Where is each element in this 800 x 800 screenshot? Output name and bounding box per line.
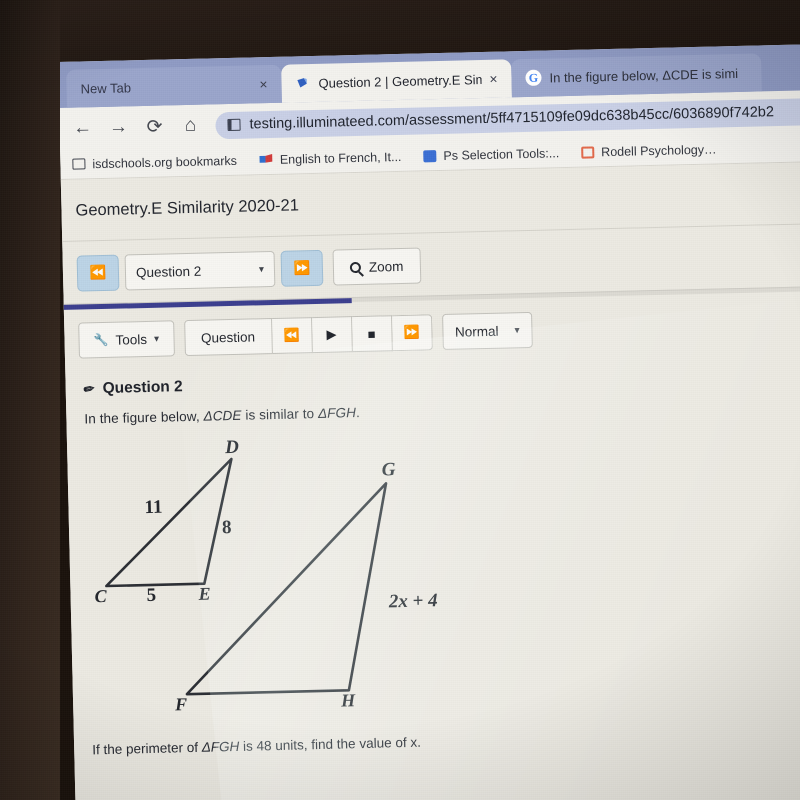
- tools-dropdown-button[interactable]: 🔧 Tools ▾: [78, 320, 175, 359]
- chevron-down-icon: ▾: [514, 324, 520, 336]
- bookmark-isdschools[interactable]: isdschools.org bookmarks: [72, 153, 237, 171]
- assessment-page: Geometry.E Similarity 2020-21 ⏪ Question…: [60, 161, 800, 800]
- tab-title: New Tab: [80, 79, 132, 96]
- search-icon: [349, 261, 362, 273]
- tools-label: Tools: [115, 331, 148, 348]
- photo-of-screen: New Tab × Question 2 | Geometry.E Simila…: [0, 0, 800, 800]
- browser-tab-google-search[interactable]: G In the figure below, ΔCDE is simi: [511, 53, 762, 98]
- bookmark-label: Rodell Psychology…: [601, 142, 717, 159]
- address-bar[interactable]: testing.illuminateed.com/assessment/5ff4…: [215, 96, 800, 139]
- question-heading-label: Question 2: [102, 378, 183, 398]
- fast-forward-button[interactable]: ⏩: [391, 314, 433, 352]
- bookmark-english-to-french[interactable]: English to French, It...: [259, 149, 402, 166]
- chevron-down-icon: ▾: [153, 333, 160, 345]
- side-length-cd: 11: [144, 496, 163, 519]
- home-icon[interactable]: ⌂: [179, 115, 202, 138]
- footer-text-post: is 48 units, find the value of x.: [239, 734, 422, 754]
- footer-triangle-fgh: ΔFGH: [201, 738, 240, 755]
- vertex-label-d: D: [224, 436, 240, 459]
- close-icon[interactable]: ×: [259, 76, 268, 92]
- vertex-label-g: G: [381, 459, 396, 481]
- footer-text-pre: If the perimeter of: [92, 739, 202, 758]
- browser-tab-new-tab[interactable]: New Tab ×: [66, 64, 283, 108]
- orange-square-icon: [581, 145, 595, 159]
- question-heading: ✏ Question 2: [82, 362, 800, 398]
- rewind-button[interactable]: ⏪: [271, 317, 313, 355]
- bookmark-ps-selection-tools[interactable]: Ps Selection Tools:...: [423, 146, 559, 163]
- playback-speed-value: Normal: [454, 323, 499, 340]
- triangle-cde-shape: [105, 457, 233, 588]
- bookmark-label: English to French, It...: [279, 149, 402, 167]
- folder-icon: [72, 158, 86, 170]
- reload-icon[interactable]: ⟳: [143, 115, 166, 139]
- side-length-gh: 2x + 4: [388, 590, 438, 613]
- next-question-button[interactable]: ⏩: [280, 249, 324, 287]
- question-select-value: Question 2: [135, 263, 202, 280]
- prompt-triangle-fgh: ΔFGH: [317, 405, 357, 421]
- chevron-down-icon: ▾: [258, 263, 265, 275]
- laptop-bezel-left: [0, 0, 60, 800]
- bookmark-label: isdschools.org bookmarks: [92, 153, 238, 171]
- zoom-button[interactable]: Zoom: [332, 247, 421, 286]
- question-prompt: In the figure below, ΔCDE is similar to …: [84, 393, 800, 426]
- flag-icon: [259, 153, 272, 163]
- wrench-icon: 🔧: [93, 332, 109, 348]
- close-icon[interactable]: ×: [489, 71, 498, 87]
- tab-title: Question 2 | Geometry.E Similar: [318, 71, 482, 91]
- question-footer-text: If the perimeter of ΔFGH is 48 units, fi…: [92, 724, 800, 758]
- tab-title: In the figure below, ΔCDE is simi: [549, 65, 739, 85]
- question-content: ✏ Question 2 In the figure below, ΔCDE i…: [65, 340, 800, 758]
- blue-square-icon: [423, 149, 437, 162]
- back-icon[interactable]: ←: [71, 117, 94, 140]
- vertex-label-f: F: [174, 694, 188, 715]
- google-icon: G: [525, 69, 542, 86]
- browser-window: New Tab × Question 2 | Geometry.E Simila…: [58, 43, 800, 800]
- vertex-label-h: H: [340, 690, 356, 711]
- site-info-icon[interactable]: [227, 118, 241, 132]
- bookmark-rodell-psychology[interactable]: Rodell Psychology…: [581, 142, 717, 159]
- triangle-fgh-shape: [185, 482, 388, 696]
- prev-question-button[interactable]: ⏪: [76, 254, 120, 292]
- prompt-text-mid: is similar to: [241, 405, 319, 423]
- stop-button[interactable]: ■: [351, 315, 393, 353]
- forward-icon[interactable]: →: [107, 116, 130, 139]
- playback-button-group: Question ⏪ ▶ ■ ⏩: [183, 314, 433, 357]
- vertex-label-c: C: [94, 586, 107, 607]
- triangles-svg: [105, 457, 388, 696]
- prompt-text: In the figure below,: [84, 408, 204, 427]
- browser-tab-question-2[interactable]: Question 2 | Geometry.E Similar ×: [281, 59, 512, 103]
- side-length-ce: 5: [146, 584, 157, 607]
- zoom-button-label: Zoom: [368, 258, 404, 275]
- illuminate-icon: [297, 77, 307, 88]
- question-audio-button[interactable]: Question: [183, 318, 273, 357]
- geometry-figure: D C E 11 8 5 G F H 2x + 4: [85, 427, 562, 728]
- prompt-text-end: .: [355, 404, 361, 421]
- playback-speed-select[interactable]: Normal ▾: [441, 311, 533, 351]
- prompt-triangle-cde: ΔCDE: [203, 407, 242, 424]
- pencil-icon: ✏: [82, 380, 96, 398]
- question-select[interactable]: Question 2 ▾: [124, 250, 276, 291]
- side-length-de: 8: [221, 517, 232, 539]
- address-bar-url: testing.illuminateed.com/assessment/5ff4…: [249, 104, 775, 133]
- play-button[interactable]: ▶: [311, 316, 353, 354]
- bookmark-label: Ps Selection Tools:...: [443, 145, 560, 163]
- vertex-label-e: E: [198, 583, 211, 604]
